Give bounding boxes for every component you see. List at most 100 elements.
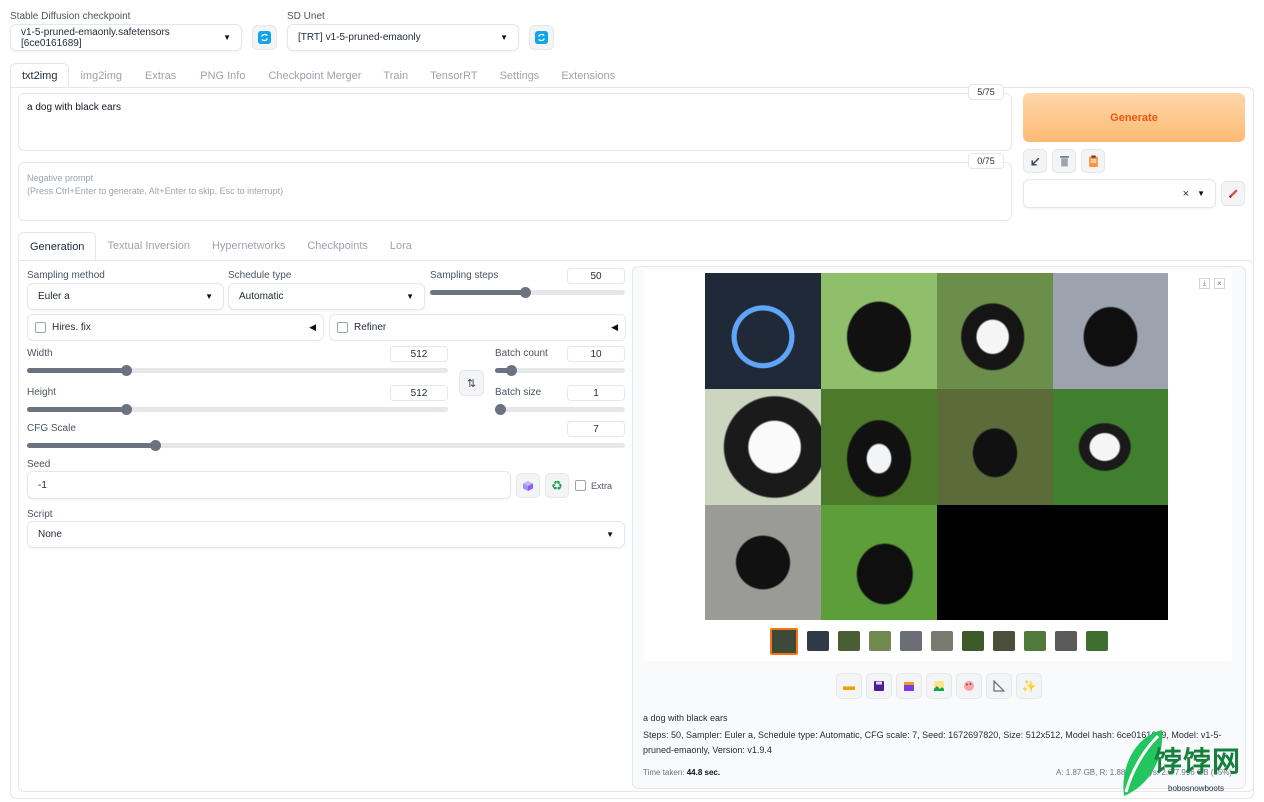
height-input[interactable]: 512 <box>390 385 448 401</box>
watermark-logo: 饽饽网 bobosnowboots <box>1118 726 1260 800</box>
seed-value: -1 <box>38 479 47 491</box>
read-params-button[interactable] <box>1023 149 1047 173</box>
thumbnail-5[interactable] <box>931 631 953 651</box>
cfg-scale-slider[interactable] <box>27 440 625 451</box>
tab-img2img[interactable]: img2img <box>69 63 133 88</box>
tab-settings[interactable]: Settings <box>489 63 551 88</box>
clear-prompt-button[interactable] <box>1052 149 1076 173</box>
extra-seed-label: Extra <box>591 481 613 491</box>
tab-extensions[interactable]: Extensions <box>550 63 626 88</box>
swap-dimensions-button[interactable]: ⇅ <box>459 370 484 396</box>
grid-image-5 <box>705 389 821 505</box>
edit-styles-button[interactable] <box>1221 181 1245 206</box>
thumbnail-10[interactable] <box>1086 631 1108 651</box>
tab-txt2img[interactable]: txt2img <box>10 63 70 88</box>
height-label: Height <box>27 387 56 398</box>
thumbnail-8[interactable] <box>1024 631 1046 651</box>
collapse-arrow-icon: ◀ <box>611 322 618 332</box>
zip-icon <box>904 682 914 691</box>
watermark-name: 饽饽网 <box>1154 745 1242 778</box>
thumbnail-grid[interactable] <box>770 628 798 655</box>
thumbnail-6[interactable] <box>962 631 984 651</box>
script-dropdown[interactable]: None ▼ <box>27 521 625 548</box>
slider-handle[interactable] <box>506 365 517 376</box>
width-input[interactable]: 512 <box>390 346 448 362</box>
open-folder-button[interactable]: ▬ <box>836 673 862 699</box>
batch-count-input[interactable]: 10 <box>567 346 625 362</box>
thumbnail-1[interactable] <box>807 631 829 651</box>
close-icon[interactable]: × <box>1214 278 1225 289</box>
sampling-steps-slider[interactable] <box>430 287 625 298</box>
reuse-seed-button[interactable]: ♻ <box>545 473 569 498</box>
time-taken: Time taken: 44.8 sec. <box>643 768 720 777</box>
slider-handle[interactable] <box>520 287 531 298</box>
batch-count-label: Batch count <box>495 348 548 359</box>
zip-button[interactable] <box>896 673 922 699</box>
send-to-inpaint-button[interactable] <box>956 673 982 699</box>
refresh-unet-button[interactable] <box>529 25 554 50</box>
batch-size-input[interactable]: 1 <box>567 385 625 401</box>
slider-handle[interactable] <box>150 440 161 451</box>
upscale-button[interactable]: ✨ <box>1016 673 1042 699</box>
sampling-method-dropdown[interactable]: Euler a ▼ <box>27 283 224 310</box>
image-grid[interactable] <box>705 273 1168 620</box>
pencil-icon <box>1228 189 1238 199</box>
checkpoint-label: Stable Diffusion checkpoint <box>10 11 131 22</box>
hires-fix-accordion[interactable]: Hires. fix ◀ <box>27 314 324 341</box>
tab-png-info[interactable]: PNG Info <box>188 63 257 88</box>
styles-dropdown[interactable]: × ▼ <box>1023 179 1216 208</box>
extra-seed-checkbox[interactable] <box>575 480 586 491</box>
sampling-method-label: Sampling method <box>27 270 105 281</box>
batch-size-slider[interactable] <box>495 404 625 415</box>
refresh-icon <box>535 31 548 44</box>
folder-icon: ▬ <box>843 679 855 693</box>
refresh-checkpoint-button[interactable] <box>252 25 277 50</box>
refiner-checkbox[interactable] <box>337 322 348 333</box>
tab-lora[interactable]: Lora <box>379 232 423 260</box>
checkpoint-value: v1-5-pruned-emaonly.safetensors [6ce0161… <box>21 26 170 49</box>
dice-icon <box>523 480 533 491</box>
script-label: Script <box>27 509 53 520</box>
hires-fix-checkbox[interactable] <box>35 322 46 333</box>
tab-extras[interactable]: Extras <box>133 63 188 88</box>
checkpoint-dropdown[interactable]: v1-5-pruned-emaonly.safetensors [6ce0161… <box>10 24 242 51</box>
thumbnail-4[interactable] <box>900 631 922 651</box>
unet-dropdown[interactable]: [TRT] v1-5-pruned-emaonly ▼ <box>287 24 519 51</box>
tab-tensorrt[interactable]: TensorRT <box>419 63 488 88</box>
tab-generation[interactable]: Generation <box>18 232 97 261</box>
thumbnail-9[interactable] <box>1055 631 1077 651</box>
apply-styles-button[interactable] <box>1081 149 1105 173</box>
save-button[interactable] <box>866 673 892 699</box>
seed-input[interactable]: -1 <box>27 471 511 499</box>
time-taken-label: Time taken: <box>643 768 685 777</box>
thumbnail-2[interactable] <box>838 631 860 651</box>
send-to-img2img-button[interactable] <box>926 673 952 699</box>
tab-checkpoints[interactable]: Checkpoints <box>296 232 379 260</box>
palette-icon <box>964 681 974 691</box>
batch-count-slider[interactable] <box>495 365 625 376</box>
height-slider[interactable] <box>27 404 448 415</box>
thumbnail-3[interactable] <box>869 631 891 651</box>
refiner-accordion[interactable]: Refiner ◀ <box>329 314 626 341</box>
tab-textual-inversion[interactable]: Textual Inversion <box>96 232 201 260</box>
slider-handle[interactable] <box>121 365 132 376</box>
slider-handle[interactable] <box>121 404 132 415</box>
schedule-type-dropdown[interactable]: Automatic ▼ <box>228 283 425 310</box>
negative-token-counter: 0/75 <box>968 153 1004 169</box>
cfg-scale-input[interactable]: 7 <box>567 421 625 437</box>
tab-train[interactable]: Train <box>372 63 419 88</box>
download-icon[interactable]: ⤓ <box>1199 278 1210 289</box>
width-slider[interactable] <box>27 365 448 376</box>
random-seed-button[interactable] <box>516 473 540 498</box>
generate-button[interactable]: Generate <box>1023 93 1245 142</box>
send-to-extras-button[interactable] <box>986 673 1012 699</box>
slider-handle[interactable] <box>495 404 506 415</box>
sampling-steps-input[interactable]: 50 <box>567 268 625 284</box>
tab-hypernetworks[interactable]: Hypernetworks <box>201 232 296 260</box>
negative-prompt-textarea[interactable]: Negative prompt (Press Ctrl+Enter to gen… <box>18 162 1012 221</box>
tab-checkpoint-merger[interactable]: Checkpoint Merger <box>257 63 372 88</box>
prompt-textarea[interactable]: a dog with black ears <box>18 93 1012 151</box>
thumbnail-7[interactable] <box>993 631 1015 651</box>
clear-icon[interactable]: × <box>1183 188 1189 200</box>
grid-image-6 <box>821 389 937 505</box>
